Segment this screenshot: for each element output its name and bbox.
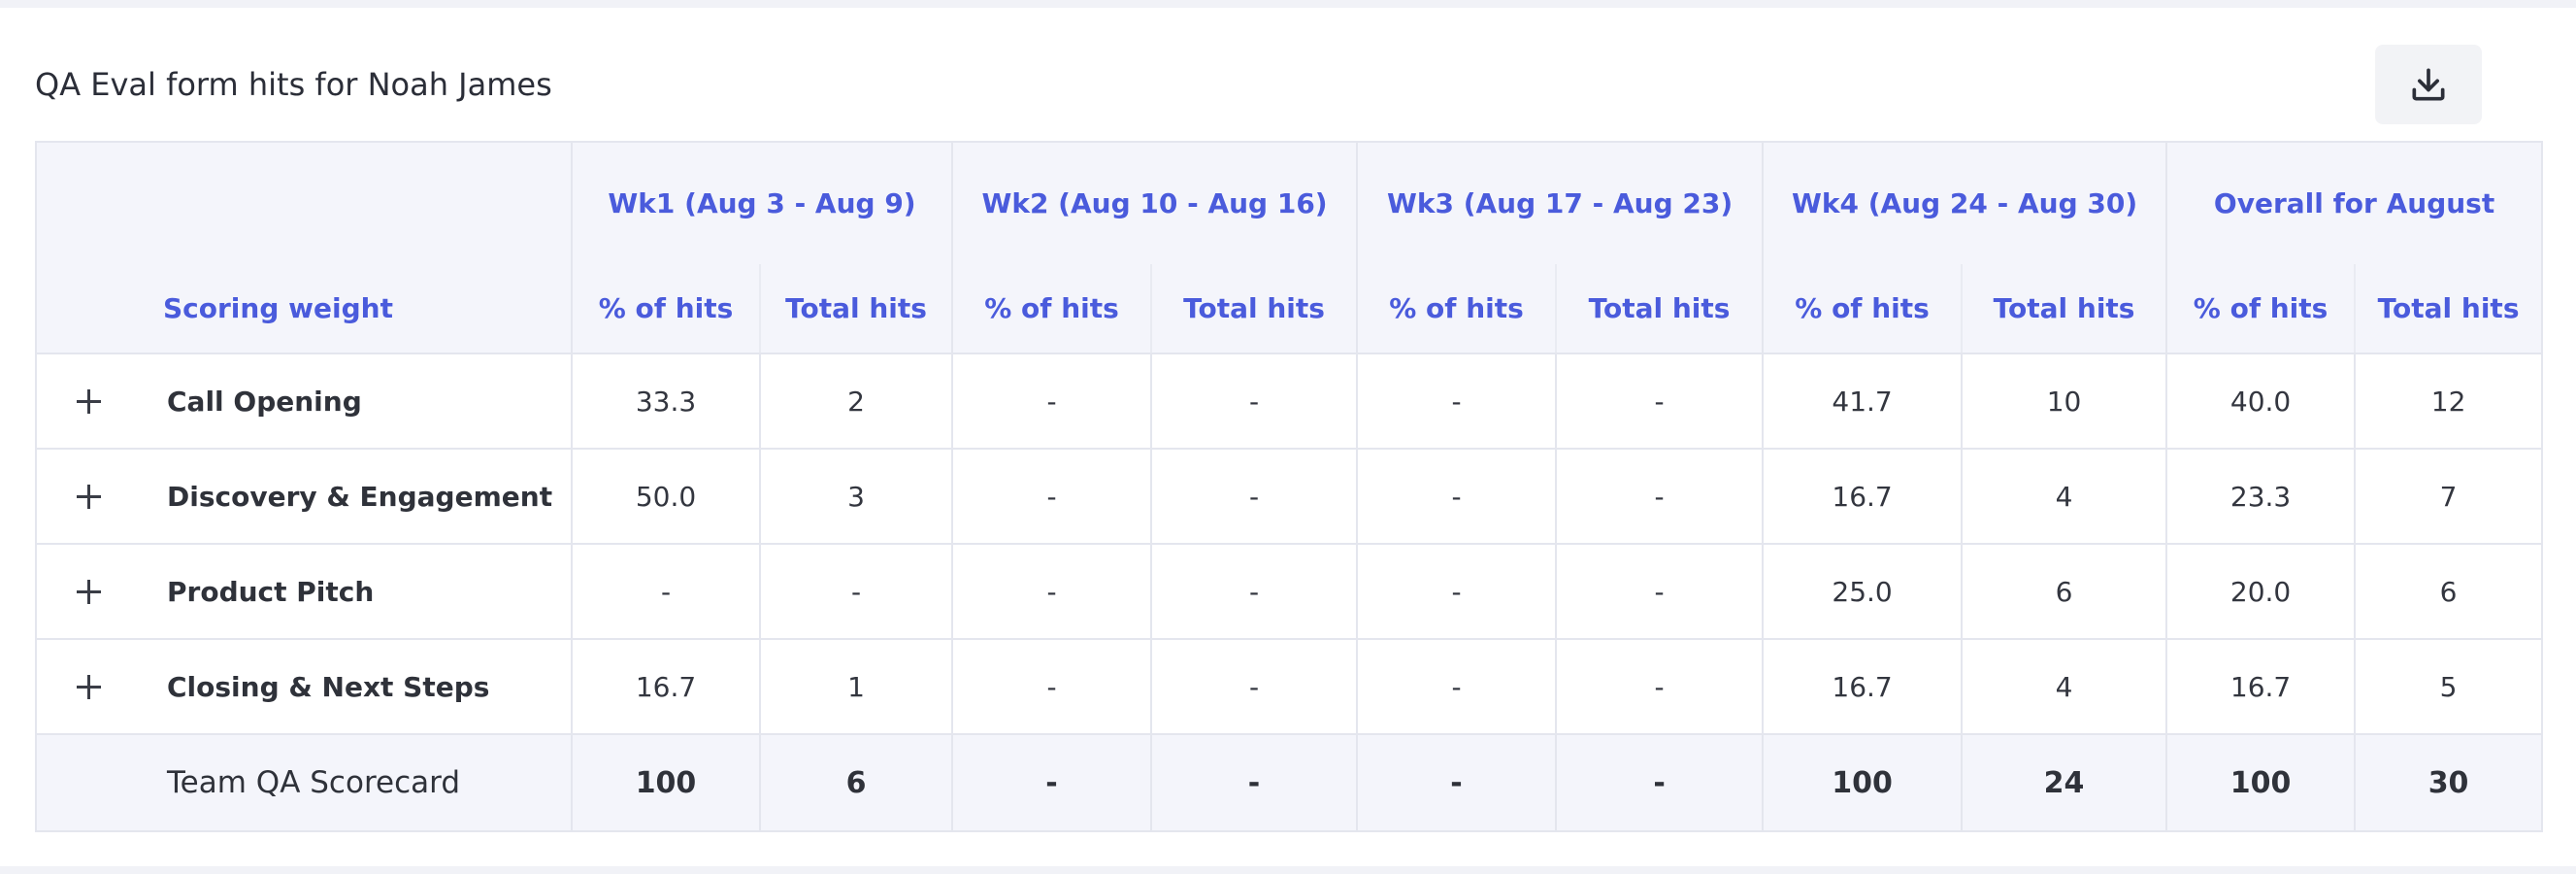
total-cell: 6 [758,734,953,832]
cell: 4 [1961,449,2167,545]
hits-table: Wk1 (Aug 3 - Aug 9) Wk2 (Aug 10 - Aug 16… [35,141,2544,832]
cell: - [951,639,1152,735]
cell: - [1555,449,1764,545]
row-label-cell: Call Opening [36,353,572,450]
hits-table-container: Wk1 (Aug 3 - Aug 9) Wk2 (Aug 10 - Aug 16… [35,141,2544,832]
cell: 16.7 [2165,639,2356,735]
total-cell: 100 [1762,734,1963,832]
total-cell: 24 [1961,734,2167,832]
total-cell: - [1356,734,1557,832]
row-label: Call Opening [167,385,362,418]
total-cell: - [1555,734,1764,832]
total-hits-header: Total hits [758,264,953,354]
cell: 41.7 [1762,353,1963,450]
cell: 10 [1961,353,2167,450]
row-label-cell: Discovery & Engagement [36,449,572,545]
week-header-overall: Overall for August [2165,142,2543,264]
cell: - [951,449,1152,545]
pct-hits-header: % of hits [571,264,760,354]
cell: - [1356,544,1557,640]
page-bottom-strip [0,866,2576,874]
cell: - [1150,544,1358,640]
cell: 7 [2354,449,2543,545]
expand-plus-icon[interactable] [74,387,103,416]
total-row: Team QA Scorecard 100 6 - - - - 100 24 1… [36,734,2543,832]
cell: - [951,353,1152,450]
cell: - [1150,449,1358,545]
page-title: QA Eval form hits for Noah James [35,66,552,103]
pct-hits-header: % of hits [951,264,1152,354]
total-row-label: Team QA Scorecard [167,765,460,800]
sub-header-row: Scoring weight % of hits Total hits % of… [36,264,2543,354]
cell: 2 [758,353,953,450]
cell: 6 [1961,544,2167,640]
cell: 16.7 [1762,639,1963,735]
cell: 40.0 [2165,353,2356,450]
cell: - [951,544,1152,640]
cell: 16.7 [571,639,760,735]
total-cell: 30 [2354,734,2543,832]
row-label: Product Pitch [167,575,375,608]
week-header-wk2: Wk2 (Aug 10 - Aug 16) [951,142,1358,264]
expand-plus-icon[interactable] [74,482,103,511]
total-hits-header: Total hits [1150,264,1358,354]
cell: - [1356,639,1557,735]
cell: 23.3 [2165,449,2356,545]
download-button[interactable] [2375,45,2482,124]
total-hits-header: Total hits [2354,264,2543,354]
row-label-cell: Product Pitch [36,544,572,640]
pct-hits-header: % of hits [1356,264,1557,354]
scoring-weight-header: Scoring weight [36,264,572,354]
row-label: Closing & Next Steps [167,670,490,703]
table-row: Closing & Next Steps 16.7 1 - - - - 16.7… [36,639,2543,735]
total-cell: 100 [571,734,760,832]
total-hits-header: Total hits [1961,264,2167,354]
cell: - [1555,544,1764,640]
report-card: QA Eval form hits for Noah James Wk1 (Au… [0,8,2576,866]
cell: - [1555,353,1764,450]
cell: - [1356,449,1557,545]
cell: - [1150,353,1358,450]
week-header-wk4: Wk4 (Aug 24 - Aug 30) [1762,142,2167,264]
cell: - [571,544,760,640]
cell: 33.3 [571,353,760,450]
pct-hits-header: % of hits [2165,264,2356,354]
cell: 1 [758,639,953,735]
download-icon [2412,68,2445,101]
cell: - [1356,353,1557,450]
cell: 16.7 [1762,449,1963,545]
total-cell: 100 [2165,734,2356,832]
table-body: Call Opening 33.3 2 - - - - 41.7 10 40.0… [36,353,2543,832]
cell: - [1555,639,1764,735]
total-cell: - [1150,734,1358,832]
cell: 5 [2354,639,2543,735]
cell: 50.0 [571,449,760,545]
week-header-wk3: Wk3 (Aug 17 - Aug 23) [1356,142,1764,264]
row-label-cell: Team QA Scorecard [36,734,572,832]
header-blank [36,142,572,264]
pct-hits-header: % of hits [1762,264,1963,354]
cell: 25.0 [1762,544,1963,640]
total-hits-header: Total hits [1555,264,1764,354]
cell: - [1150,639,1358,735]
table-row: Discovery & Engagement 50.0 3 - - - - 16… [36,449,2543,545]
total-cell: - [951,734,1152,832]
cell: 12 [2354,353,2543,450]
cell: 6 [2354,544,2543,640]
expand-plus-icon[interactable] [74,672,103,701]
expand-plus-icon[interactable] [74,577,103,606]
week-header-wk1: Wk1 (Aug 3 - Aug 9) [570,142,953,264]
cell: 20.0 [2165,544,2356,640]
table-row: Call Opening 33.3 2 - - - - 41.7 10 40.0… [36,353,2543,450]
table-row: Product Pitch - - - - - - 25.0 6 20.0 6 [36,544,2543,640]
week-header-row: Wk1 (Aug 3 - Aug 9) Wk2 (Aug 10 - Aug 16… [36,142,2543,264]
cell: 4 [1961,639,2167,735]
cell: 3 [758,449,953,545]
row-label-cell: Closing & Next Steps [36,639,572,735]
row-label: Discovery & Engagement [167,480,553,513]
cell: - [758,544,953,640]
